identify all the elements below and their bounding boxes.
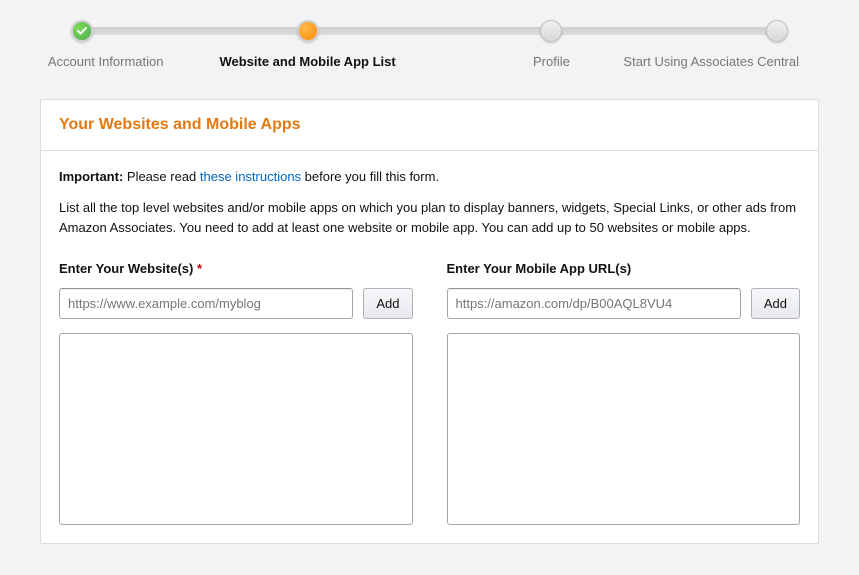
step-label-account: Account Information bbox=[48, 54, 164, 69]
websites-list[interactable] bbox=[59, 333, 413, 525]
important-before: Please read bbox=[123, 169, 200, 184]
card-title: Your Websites and Mobile Apps bbox=[59, 116, 800, 134]
mobileapp-input[interactable] bbox=[447, 288, 741, 319]
important-after: before you fill this form. bbox=[301, 169, 439, 184]
card-header: Your Websites and Mobile Apps bbox=[41, 100, 818, 151]
progress-track bbox=[74, 27, 785, 35]
instructions-link[interactable]: these instructions bbox=[200, 169, 301, 184]
active-step-icon bbox=[297, 20, 319, 42]
important-notice: Important: Please read these instruction… bbox=[59, 169, 800, 184]
step-label-website: Website and Mobile App List bbox=[219, 54, 395, 69]
required-indicator: * bbox=[197, 261, 202, 276]
description-text: List all the top level websites and/or m… bbox=[59, 198, 800, 237]
website-input[interactable] bbox=[59, 288, 353, 319]
mobileapps-label: Enter Your Mobile App URL(s) bbox=[447, 261, 801, 276]
add-mobileapp-button[interactable]: Add bbox=[751, 288, 800, 319]
step-label-start: Start Using Associates Central bbox=[623, 54, 799, 69]
main-card: Your Websites and Mobile Apps Important:… bbox=[40, 99, 819, 544]
progress-stepper: Account Information Website and Mobile A… bbox=[0, 0, 859, 99]
mobileapps-column: Enter Your Mobile App URL(s) Add bbox=[447, 261, 801, 525]
pending-step-icon bbox=[540, 20, 562, 42]
important-label: Important: bbox=[59, 169, 123, 184]
mobileapps-list[interactable] bbox=[447, 333, 801, 525]
websites-column: Enter Your Website(s) * Add bbox=[59, 261, 413, 525]
add-website-button[interactable]: Add bbox=[363, 288, 412, 319]
step-label-profile: Profile bbox=[533, 54, 570, 69]
pending-step-icon bbox=[766, 20, 788, 42]
websites-label: Enter Your Website(s) * bbox=[59, 261, 413, 276]
check-icon bbox=[71, 20, 93, 42]
